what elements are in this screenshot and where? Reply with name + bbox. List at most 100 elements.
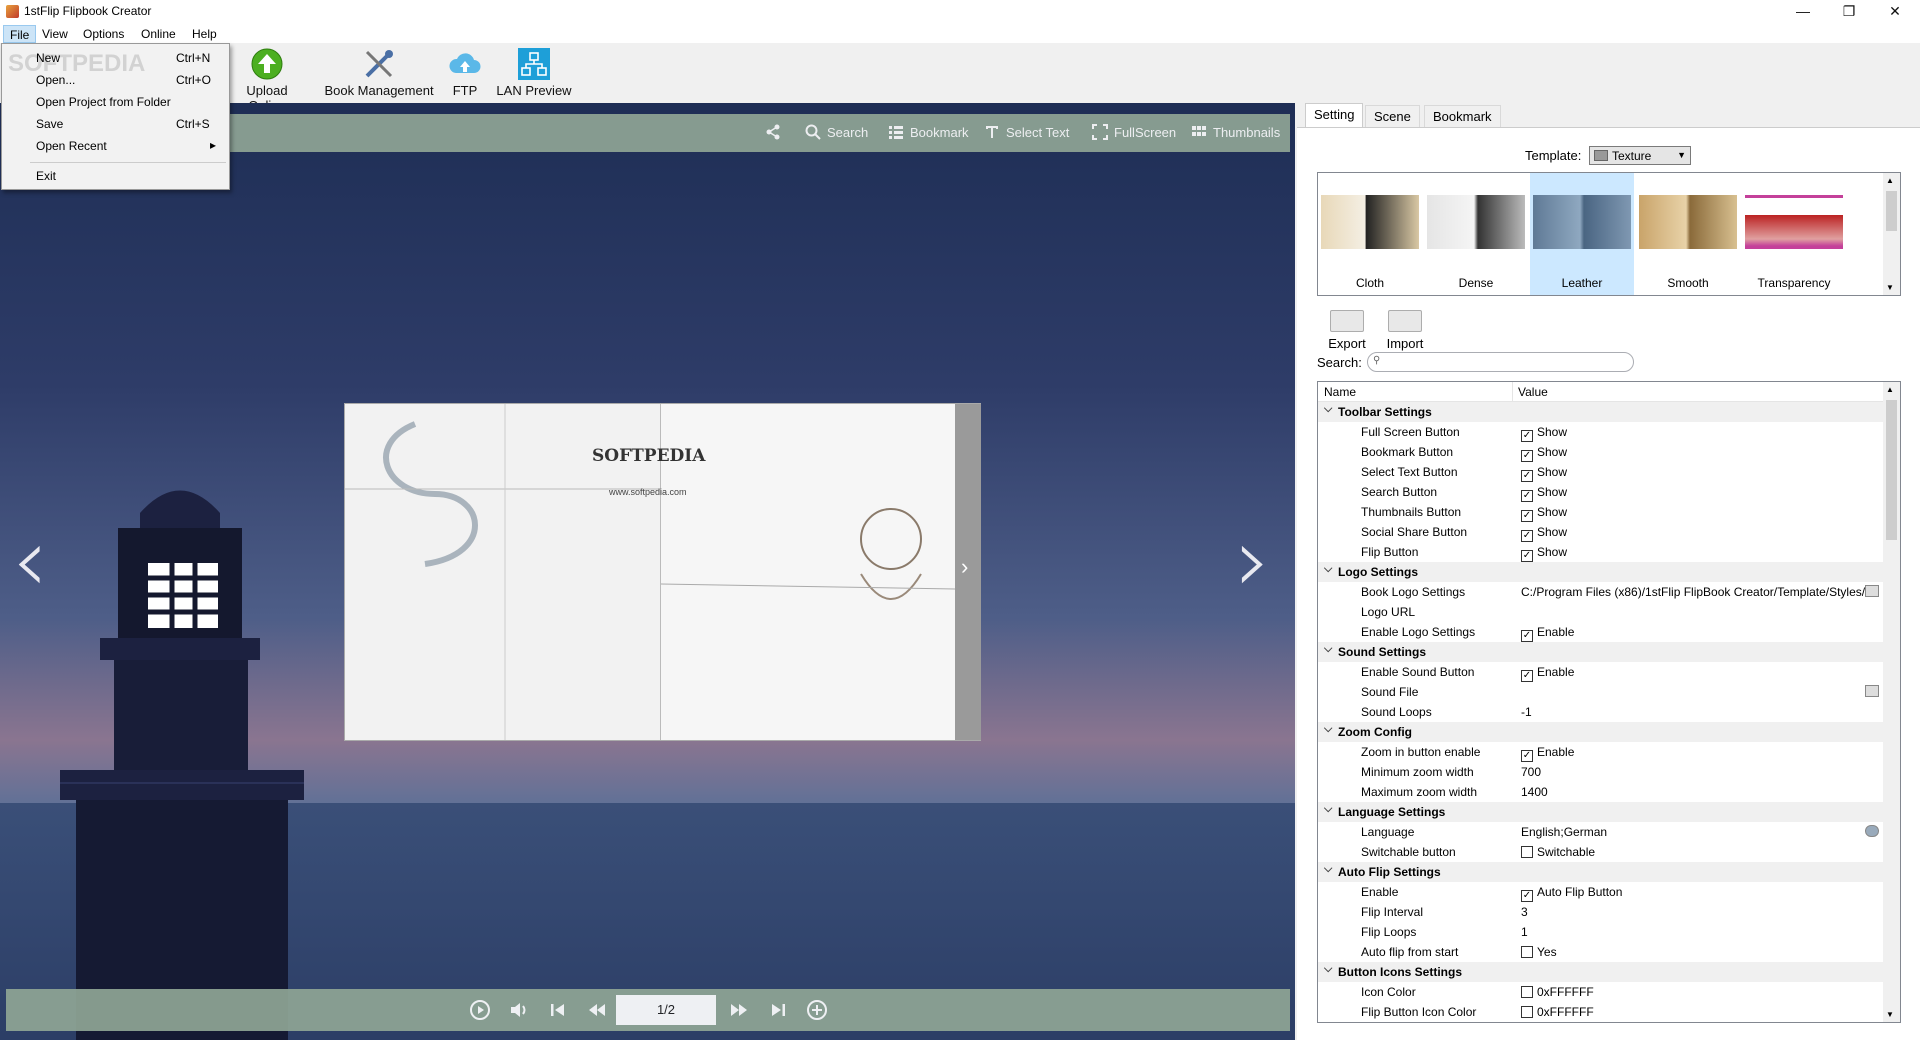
property-value[interactable]: 700 [1521, 765, 1541, 779]
property-row[interactable]: Search Button ✓ Show [1318, 482, 1885, 502]
minimize-button[interactable]: — [1780, 0, 1826, 23]
tab-setting[interactable]: Setting [1305, 103, 1364, 128]
checked-checkbox[interactable]: ✓ [1521, 670, 1533, 682]
property-value[interactable]: -1 [1521, 705, 1532, 719]
next-page-arrow[interactable]: › [1235, 508, 1271, 613]
property-value[interactable]: 0xFFFFFF [1521, 985, 1594, 999]
collapse-chevron-icon[interactable]: ⌵ [1324, 403, 1332, 416]
category-row[interactable]: ⌵ Auto Flip Settings [1318, 862, 1885, 882]
select-text-button[interactable]: Select Text [984, 124, 1069, 140]
property-row[interactable]: Bookmark Button ✓ Show [1318, 442, 1885, 462]
unchecked-checkbox[interactable] [1521, 986, 1533, 998]
browse-folder-icon[interactable] [1865, 585, 1879, 597]
share-button[interactable] [765, 124, 787, 140]
thumbnails-button[interactable]: Thumbnails [1191, 124, 1280, 140]
browse-folder-icon[interactable] [1865, 685, 1879, 697]
first-page-button[interactable] [547, 999, 569, 1021]
property-value[interactable]: ✓ Enable [1521, 665, 1574, 682]
property-value[interactable]: 1 [1521, 925, 1528, 939]
category-row[interactable]: ⌵ Zoom Config [1318, 722, 1885, 742]
property-value[interactable]: 1400 [1521, 785, 1548, 799]
property-row[interactable]: Auto flip from start Yes [1318, 942, 1885, 962]
zoom-in-button[interactable] [806, 999, 828, 1021]
property-value[interactable]: ✓ Show [1521, 465, 1567, 482]
category-row[interactable]: ⌵ Language Settings [1318, 802, 1885, 822]
property-row[interactable]: Thumbnails Button ✓ Show [1318, 502, 1885, 522]
property-value[interactable]: ✓ Auto Flip Button [1521, 885, 1622, 902]
collapse-chevron-icon[interactable]: ⌵ [1324, 803, 1332, 816]
property-row[interactable]: Sound File [1318, 682, 1885, 702]
collapse-chevron-icon[interactable]: ⌵ [1324, 563, 1332, 576]
settings-search-input[interactable]: ⚲ [1367, 352, 1634, 372]
category-row[interactable]: ⌵ Button Icons Settings [1318, 962, 1885, 982]
export-button[interactable]: Export [1322, 310, 1372, 351]
menu-online[interactable]: Online [135, 25, 182, 43]
property-value[interactable]: ✓ Show [1521, 425, 1567, 442]
property-row[interactable]: Full Screen Button ✓ Show [1318, 422, 1885, 442]
book-management-button[interactable]: Book Management [320, 47, 438, 103]
upload-online-button[interactable]: Upload Online [226, 47, 308, 113]
property-value[interactable]: ✓ Show [1521, 485, 1567, 502]
gallery-scrollbar[interactable]: ▲ ▼ [1883, 173, 1900, 295]
scroll-down-icon[interactable]: ▼ [1886, 283, 1894, 292]
property-value[interactable]: C:/Program Files (x86)/1stFlip FlipBook … [1521, 585, 1865, 599]
category-row[interactable]: ⌵ Sound Settings [1318, 642, 1885, 662]
prev-page-arrow[interactable]: ‹ [12, 508, 48, 613]
property-grid-scrollbar[interactable]: ▲ ▼ [1883, 382, 1900, 1022]
property-value[interactable]: ✓ Enable [1521, 745, 1574, 762]
unchecked-checkbox[interactable] [1521, 846, 1533, 858]
scroll-up-icon[interactable]: ▲ [1886, 176, 1894, 185]
template-cloth[interactable]: Cloth [1318, 173, 1422, 295]
lan-preview-button[interactable]: LAN Preview [494, 47, 574, 103]
sound-button[interactable] [508, 999, 530, 1021]
property-value[interactable]: ✓ Show [1521, 505, 1567, 522]
menu-help[interactable]: Help [186, 25, 223, 43]
next-page-button[interactable] [728, 999, 750, 1021]
property-value[interactable]: ✓ Enable [1521, 625, 1574, 642]
property-row[interactable]: Flip Button Icon Color 0xFFFFFF [1318, 1002, 1885, 1022]
checked-checkbox[interactable]: ✓ [1521, 530, 1533, 542]
category-row[interactable]: ⌵ Toolbar Settings [1318, 402, 1885, 422]
import-button[interactable]: Import [1380, 310, 1430, 351]
menu-options[interactable]: Options [77, 25, 130, 43]
property-value[interactable]: Switchable [1521, 845, 1595, 859]
property-row[interactable]: Language English;German [1318, 822, 1885, 842]
collapse-chevron-icon[interactable]: ⌵ [1324, 643, 1332, 656]
checked-checkbox[interactable]: ✓ [1521, 890, 1533, 902]
last-page-button[interactable] [767, 999, 789, 1021]
property-row[interactable]: Zoom in button enable ✓ Enable [1318, 742, 1885, 762]
property-value[interactable]: ✓ Show [1521, 445, 1567, 462]
template-smooth[interactable]: Smooth [1636, 173, 1740, 295]
checked-checkbox[interactable]: ✓ [1521, 450, 1533, 462]
close-button[interactable]: ✕ [1872, 0, 1918, 23]
property-row[interactable]: Icon Color 0xFFFFFF [1318, 982, 1885, 1002]
property-row[interactable]: Flip Loops 1 [1318, 922, 1885, 942]
property-row[interactable]: Enable Logo Settings ✓ Enable [1318, 622, 1885, 642]
play-button[interactable] [469, 999, 491, 1021]
checked-checkbox[interactable]: ✓ [1521, 750, 1533, 762]
collapse-chevron-icon[interactable]: ⌵ [1324, 963, 1332, 976]
property-value[interactable]: ✓ Show [1521, 545, 1567, 562]
template-leather[interactable]: Leather [1530, 173, 1634, 295]
fullscreen-button[interactable]: FullScreen [1092, 124, 1176, 140]
property-row[interactable]: Select Text Button ✓ Show [1318, 462, 1885, 482]
property-value[interactable]: English;German [1521, 825, 1607, 839]
property-row[interactable]: Flip Button ✓ Show [1318, 542, 1885, 562]
template-transparency[interactable]: Transparency [1742, 173, 1846, 295]
menu-file[interactable]: File [3, 25, 37, 43]
checked-checkbox[interactable]: ✓ [1521, 510, 1533, 522]
property-value[interactable]: Yes [1521, 945, 1557, 959]
ftp-button[interactable]: FTP [447, 47, 483, 103]
column-divider[interactable] [1512, 382, 1513, 402]
menu-view[interactable]: View [36, 25, 74, 43]
property-row[interactable]: Switchable button Switchable [1318, 842, 1885, 862]
scroll-down-icon[interactable]: ▼ [1886, 1010, 1894, 1019]
collapse-chevron-icon[interactable]: ⌵ [1324, 723, 1332, 736]
unchecked-checkbox[interactable] [1521, 1006, 1533, 1018]
tab-scene[interactable]: Scene [1365, 105, 1420, 127]
property-row[interactable]: Logo URL [1318, 602, 1885, 622]
checked-checkbox[interactable]: ✓ [1521, 630, 1533, 642]
checked-checkbox[interactable]: ✓ [1521, 550, 1533, 562]
property-row[interactable]: Sound Loops -1 [1318, 702, 1885, 722]
checked-checkbox[interactable]: ✓ [1521, 470, 1533, 482]
